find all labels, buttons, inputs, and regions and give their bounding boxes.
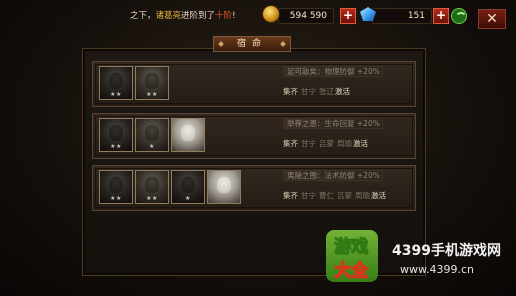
- hero-portrait[interactable]: ★: [135, 118, 169, 152]
- activation-status: 激活: [353, 139, 368, 148]
- hero-portrait[interactable]: ★★: [135, 66, 169, 100]
- watermark-site-name: 4399手机游戏网: [392, 243, 501, 259]
- star-rating: ★★: [146, 91, 158, 98]
- add-gems-button[interactable]: +: [433, 8, 449, 24]
- hero-name: 吕蒙: [319, 139, 334, 148]
- gold-value: 594 590: [289, 11, 327, 21]
- collect-requirement: 集齐 甘宁 曹仁 吕蒙 周瑜激活: [283, 190, 386, 201]
- hero-name: 甘宁: [301, 191, 316, 200]
- fate-effect-text: 足可敌矣：物理防御 +20%: [283, 66, 383, 77]
- hero-portrait[interactable]: ★★: [99, 118, 133, 152]
- fate-effect-text: 举荐之恩：生命回复 +20%: [283, 118, 383, 129]
- star-rating: ★★: [110, 195, 122, 202]
- gold-coin-icon: [262, 5, 280, 23]
- wifi-icon: [451, 8, 467, 24]
- collect-requirement: 集齐 甘宁 张辽激活: [283, 86, 350, 97]
- panel-title: 宿命: [213, 36, 291, 52]
- star-rating: ★★: [110, 91, 122, 98]
- hero-name: 甘宁: [301, 87, 316, 96]
- fate-row[interactable]: ★★ ★★ ★ 夷陵之围：法术防御 +20% 集齐 甘宁 曹仁 吕蒙 周瑜激活: [92, 165, 416, 211]
- close-button[interactable]: ✕: [478, 9, 506, 29]
- gold-counter: 594 590: [278, 8, 334, 24]
- watermark-logo: 游戏 大全: [330, 232, 388, 288]
- notice-hero-name: 诸葛亮: [155, 11, 182, 21]
- watermark-logo-line2: 大全: [334, 261, 369, 282]
- star-rating: ★: [185, 195, 191, 202]
- gem-value: 151: [407, 11, 425, 21]
- hero-name: 张辽: [319, 87, 334, 96]
- activation-status: 激活: [335, 87, 350, 96]
- hero-portrait[interactable]: ★★: [99, 66, 133, 100]
- gem-counter: 151: [372, 8, 432, 24]
- star-rating: ★★: [110, 143, 122, 150]
- hero-name: 周瑜: [337, 139, 352, 148]
- collect-label: 集齐: [283, 191, 298, 200]
- collect-label: 集齐: [283, 139, 298, 148]
- add-gold-button[interactable]: +: [340, 8, 356, 24]
- fate-row[interactable]: ★★ ★ 举荐之恩：生命回复 +20% 集齐 甘宁 吕蒙 周瑜激活: [92, 113, 416, 159]
- star-rating: ★★: [146, 195, 158, 202]
- hero-name: 周瑜: [355, 191, 370, 200]
- hero-portrait[interactable]: ★★: [135, 170, 169, 204]
- notice-prefix: 之下，: [130, 11, 156, 21]
- star-rating: ★: [149, 143, 155, 150]
- watermark-url: www.4399.cn: [400, 263, 474, 276]
- hero-name: 曹仁: [319, 191, 334, 200]
- top-bar: 之下，诸葛亮进阶到了十阶! 594 590 + 151 + ✕: [0, 0, 516, 32]
- fate-row[interactable]: ★★ ★★ 足可敌矣：物理防御 +20% 集齐 甘宁 张辽激活: [92, 61, 416, 107]
- hero-portrait[interactable]: ★: [171, 170, 205, 204]
- notice-mid: 进阶到了: [181, 11, 216, 21]
- notice-suffix: !: [232, 11, 236, 21]
- collect-requirement: 集齐 甘宁 吕蒙 周瑜激活: [283, 138, 368, 149]
- watermark-logo-line1: 游戏: [334, 237, 369, 258]
- hero-portrait[interactable]: ★★: [99, 170, 133, 204]
- fate-effect-text: 夷陵之围：法术防御 +20%: [283, 170, 383, 181]
- hero-portrait[interactable]: [171, 118, 205, 152]
- hero-portrait[interactable]: [207, 170, 241, 204]
- game-screen: 之下，诸葛亮进阶到了十阶! 594 590 + 151 + ✕ 宿命 ★★ ★★…: [0, 0, 516, 296]
- collect-label: 集齐: [283, 87, 298, 96]
- broadcast-notice: 之下，诸葛亮进阶到了十阶!: [130, 9, 235, 21]
- hero-name: 甘宁: [301, 139, 316, 148]
- hero-name: 吕蒙: [337, 191, 352, 200]
- notice-rank: 十阶: [215, 11, 233, 21]
- activation-status: 激活: [371, 191, 386, 200]
